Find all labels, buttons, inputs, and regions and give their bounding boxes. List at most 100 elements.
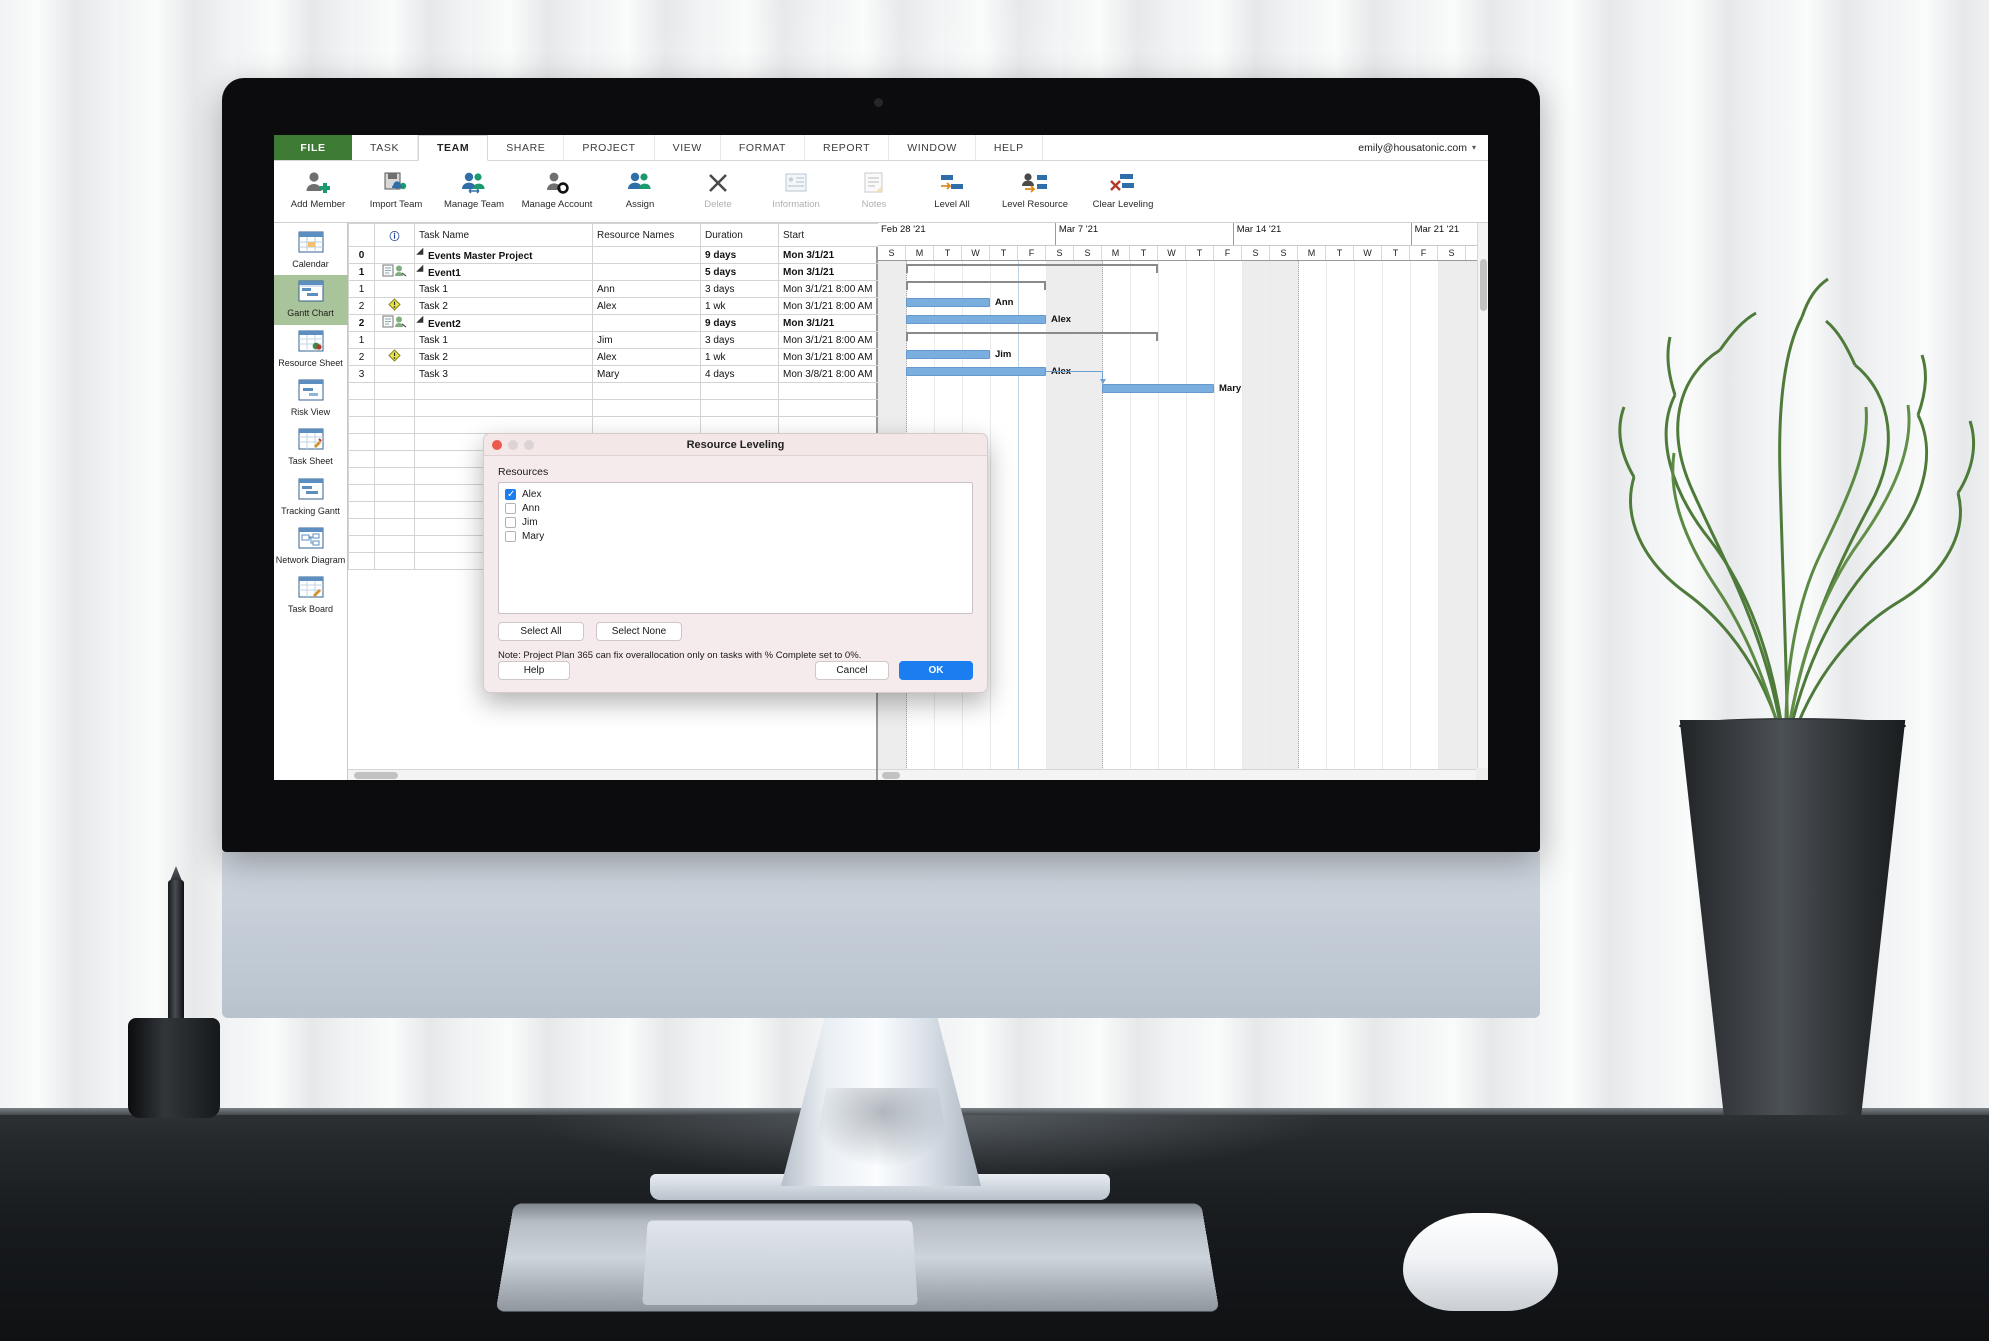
cell-indicator[interactable] (374, 416, 415, 434)
cell-resource[interactable] (592, 314, 701, 332)
resource-list-item[interactable]: Mary (505, 529, 966, 543)
resource-checkbox[interactable] (505, 502, 516, 514)
cell-resource[interactable] (592, 416, 701, 434)
sidebar-item-gantt-chart[interactable]: Gantt Chart (274, 275, 348, 325)
ribbon-tab-task[interactable]: TASK (352, 135, 419, 160)
resource-list-item[interactable]: Jim (505, 515, 966, 529)
cell-duration[interactable]: 3 days (700, 331, 779, 349)
gantt-bar[interactable] (906, 298, 990, 308)
cell-resource[interactable] (592, 382, 701, 400)
resource-checkbox[interactable] (505, 530, 516, 542)
cell-indicator[interactable] (374, 518, 415, 536)
table-row[interactable]: 2 Event2 9 days Mon 3/1/21 (348, 314, 879, 332)
cell-start[interactable]: Mon 3/1/21 8:00 AM (778, 297, 879, 315)
cell-duration[interactable]: 1 wk (700, 297, 779, 315)
cell-indicator[interactable] (374, 484, 415, 502)
gantt-bar[interactable] (1102, 383, 1214, 393)
help-button[interactable]: Help (498, 661, 570, 680)
cell-task-name[interactable]: Event2 (414, 314, 593, 332)
cell-resource[interactable]: Alex (592, 297, 701, 315)
ribbon-button-level-resource[interactable]: Level Resource (992, 166, 1078, 210)
table-row[interactable]: 2 Task 2 Alex 1 wk Mon 3/1/21 8:00 AM (348, 348, 879, 366)
col-header-resource-names[interactable]: Resource Names (592, 223, 701, 247)
table-row[interactable]: 1 Task 1 Ann 3 days Mon 3/1/21 8:00 AM (348, 280, 879, 298)
ribbon-button-add-member[interactable]: Add Member (280, 166, 356, 210)
resource-list-item[interactable]: Alex (505, 487, 966, 501)
cell-duration[interactable]: 4 days (700, 365, 779, 383)
cell-task-name[interactable] (414, 416, 593, 434)
cell-indicator[interactable] (374, 331, 415, 349)
ribbon-button-manage-account[interactable]: Manage Account (514, 166, 600, 210)
cell-indicator[interactable] (374, 246, 415, 264)
table-row[interactable]: 1 Event1 5 days Mon 3/1/21 (348, 263, 879, 281)
cell-resource[interactable] (592, 399, 701, 417)
sidebar-item-tracking-gantt[interactable]: Tracking Gantt (274, 473, 348, 522)
cell-indicator[interactable] (374, 297, 415, 315)
ribbon-tab-help[interactable]: HELP (976, 135, 1043, 160)
cell-task-name[interactable]: Task 2 (414, 297, 593, 315)
cell-task-name[interactable]: Task 3 (414, 365, 593, 383)
summary-bar[interactable] (906, 332, 1158, 342)
cell-duration[interactable]: 3 days (700, 280, 779, 298)
cancel-button[interactable]: Cancel (815, 661, 889, 680)
cell-indicator[interactable] (374, 348, 415, 366)
cell-start[interactable] (778, 416, 879, 434)
ribbon-button-manage-team[interactable]: Manage Team (436, 166, 512, 210)
cell-task-name[interactable]: Task 1 (414, 331, 593, 349)
chart-horizontal-scrollbar[interactable] (878, 769, 1476, 780)
select-all-button[interactable]: Select All (498, 622, 584, 641)
cell-task-name[interactable]: Event1 (414, 263, 593, 281)
chart-vertical-scrollbar[interactable] (1477, 223, 1488, 768)
cell-indicator[interactable] (374, 365, 415, 383)
col-header-duration[interactable]: Duration (700, 223, 779, 247)
cell-start[interactable]: Mon 3/1/21 8:00 AM (778, 348, 879, 366)
sidebar-item-task-board[interactable]: Task Board (274, 571, 348, 620)
cell-start[interactable] (778, 382, 879, 400)
cell-start[interactable]: Mon 3/1/21 8:00 AM (778, 331, 879, 349)
col-header-start[interactable]: Start (778, 223, 879, 247)
collapse-triangle-icon[interactable] (416, 264, 427, 276)
cell-resource[interactable] (592, 263, 701, 281)
ribbon-tab-file[interactable]: FILE (274, 135, 352, 160)
resource-checkbox[interactable] (505, 488, 516, 501)
cell-task-name[interactable]: Events Master Project (414, 246, 593, 264)
cell-task-name[interactable] (414, 382, 593, 400)
col-header-indicator[interactable]: ⓘ (374, 223, 415, 247)
ribbon-tab-project[interactable]: PROJECT (564, 135, 655, 160)
cell-duration[interactable] (700, 399, 779, 417)
cell-indicator[interactable] (374, 450, 415, 468)
cell-duration[interactable] (700, 416, 779, 434)
close-icon[interactable] (492, 439, 502, 450)
cell-start[interactable]: Mon 3/1/21 (778, 246, 879, 264)
gantt-bar[interactable] (906, 366, 1046, 376)
gantt-bar[interactable] (906, 349, 990, 359)
cell-resource[interactable]: Ann (592, 280, 701, 298)
cell-task-name[interactable] (414, 399, 593, 417)
cell-duration[interactable]: 5 days (700, 263, 779, 281)
table-row-empty[interactable] (348, 399, 879, 417)
table-row[interactable]: 3 Task 3 Mary 4 days Mon 3/8/21 8:00 AM (348, 365, 879, 383)
cell-resource[interactable]: Mary (592, 365, 701, 383)
table-row-empty[interactable] (348, 416, 879, 434)
cell-indicator[interactable] (374, 314, 415, 332)
cell-duration[interactable]: 9 days (700, 314, 779, 332)
sidebar-item-resource-sheet[interactable]: Resource Sheet (274, 325, 348, 374)
col-header-id[interactable] (348, 223, 375, 247)
sidebar-item-network-diagram[interactable]: Network Diagram (274, 522, 348, 571)
cell-indicator[interactable] (374, 399, 415, 417)
table-row[interactable]: 0 Events Master Project 9 days Mon 3/1/21 (348, 246, 879, 264)
cell-indicator[interactable] (374, 535, 415, 553)
table-row[interactable]: 1 Task 1 Jim 3 days Mon 3/1/21 8:00 AM (348, 331, 879, 349)
cell-indicator[interactable] (374, 382, 415, 400)
table-row[interactable]: 2 Task 2 Alex 1 wk Mon 3/1/21 8:00 AM (348, 297, 879, 315)
cell-indicator[interactable] (374, 263, 415, 281)
cell-resource[interactable] (592, 246, 701, 264)
scrollbar-thumb[interactable] (1480, 259, 1487, 311)
gantt-bar[interactable] (906, 315, 1046, 325)
ribbon-tab-view[interactable]: VIEW (655, 135, 721, 160)
summary-bar[interactable] (906, 281, 1046, 291)
ok-button[interactable]: OK (899, 661, 973, 680)
ribbon-tab-format[interactable]: FORMAT (721, 135, 806, 160)
scrollbar-thumb[interactable] (354, 772, 398, 779)
account-menu[interactable]: emily@housatonic.com ▾ (1346, 135, 1488, 160)
